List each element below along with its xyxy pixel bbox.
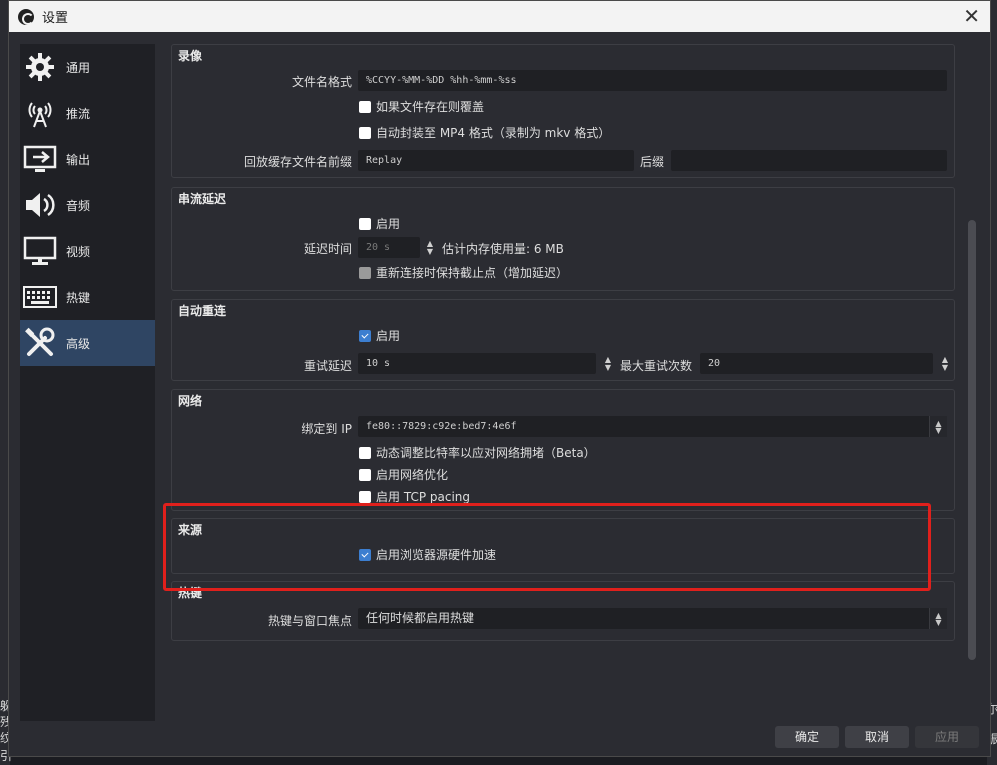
- preserve-cutoff-checkbox[interactable]: [359, 266, 371, 279]
- checkbox-label: 启用: [376, 329, 401, 343]
- gear-icon: [22, 49, 58, 85]
- field-label: 回放缓存文件名前缀: [243, 155, 352, 169]
- checkbox-label: 自动封装至 MP4 格式（录制为 mkv 格式）: [376, 126, 611, 140]
- checkbox-label: 启用 TCP pacing: [376, 490, 470, 504]
- field-label: 绑定到 IP: [301, 422, 352, 436]
- group-title: 自动重连: [178, 304, 227, 318]
- sidebar-item-hotkeys[interactable]: 热键: [20, 274, 155, 320]
- browser-hw-accel-row[interactable]: 启用浏览器源硬件加速: [359, 546, 496, 563]
- field-label: 重试延迟: [303, 359, 352, 373]
- dynamic-bitrate-row[interactable]: 动态调整比特率以应对网络拥堵（Beta）: [359, 444, 596, 461]
- output-icon: [22, 141, 58, 177]
- tcp-pacing-row[interactable]: 启用 TCP pacing: [359, 488, 470, 505]
- title-bar: 设置 ✕: [9, 1, 990, 32]
- sidebar-item-stream[interactable]: 推流: [20, 90, 155, 136]
- memory-estimate-text: 估计内存使用量: 6 MB: [442, 242, 564, 256]
- checkbox-label: 启用: [376, 217, 401, 231]
- group-title: 网络: [178, 394, 203, 408]
- bind-ip-select[interactable]: fe80::7829:c92e:bed7:4e6f: [358, 416, 947, 437]
- auto-reconnect-group: 自动重连 启用 重试延迟 10 s ▲ ▼ 最大重试次数 20 ▲ ▼: [171, 299, 955, 381]
- sidebar-item-label: 热键: [66, 290, 91, 305]
- auto-reconnect-enable-row[interactable]: 启用: [359, 327, 400, 344]
- sidebar-item-label: 音频: [66, 198, 91, 213]
- stream-delay-enable-checkbox[interactable]: [359, 217, 371, 230]
- settings-dialog: 设置 ✕ 通用 推流 输出 音频 视频 热键 高级 录像 文件名格式 %CCYY…: [8, 0, 991, 757]
- sidebar-item-label: 推流: [66, 106, 91, 121]
- sidebar-item-general[interactable]: 通用: [20, 44, 155, 90]
- stream-delay-group: 串流延迟 启用 延迟时间 20 s ▲ ▼ 估计内存使用量: 6 MB 重新连接时…: [171, 187, 955, 291]
- dynamic-bitrate-checkbox[interactable]: [359, 446, 371, 459]
- speaker-icon: [22, 187, 58, 223]
- scrollbar-thumb[interactable]: [968, 220, 976, 660]
- sources-group: 来源 启用浏览器源硬件加速: [171, 518, 955, 574]
- overwrite-checkbox-row[interactable]: 如果文件存在则覆盖: [359, 98, 484, 115]
- field-label: 最大重试次数: [620, 359, 693, 373]
- vertical-scrollbar[interactable]: [965, 44, 979, 664]
- antenna-icon: [22, 95, 58, 131]
- auto-reconnect-enable-checkbox[interactable]: [359, 329, 371, 342]
- monitor-icon: [22, 233, 58, 269]
- group-title: 录像: [178, 49, 203, 63]
- group-title: 串流延迟: [178, 192, 227, 206]
- sidebar-item-label: 输出: [66, 152, 91, 167]
- ok-button[interactable]: 确定: [775, 726, 839, 748]
- hotkey-focus-select[interactable]: 任何时候都启用热键: [358, 608, 947, 629]
- field-label: 热键与窗口焦点: [267, 614, 352, 628]
- sidebar-item-output[interactable]: 输出: [20, 136, 155, 182]
- obs-logo-icon: [18, 8, 34, 25]
- sidebar-item-audio[interactable]: 音频: [20, 182, 155, 228]
- settings-content: 录像 文件名格式 %CCYY-%MM-%DD %hh-%mm-%ss 如果文件存…: [171, 44, 955, 644]
- checkbox-label: 启用浏览器源硬件加速: [376, 548, 497, 562]
- network-optimization-row[interactable]: 启用网络优化: [359, 466, 448, 483]
- sidebar-item-video[interactable]: 视频: [20, 228, 155, 274]
- retry-delay-input[interactable]: 10 s: [358, 353, 596, 374]
- browser-hw-accel-checkbox[interactable]: [359, 548, 371, 561]
- max-retries-input[interactable]: 20: [700, 353, 933, 374]
- select-arrows-icon[interactable]: ▲ ▼: [929, 416, 947, 437]
- replay-suffix-input[interactable]: [671, 150, 947, 171]
- checkbox-label: 重新连接时保持截止点（增加延迟）: [376, 266, 569, 280]
- tcp-pacing-checkbox[interactable]: [359, 490, 371, 503]
- hotkeys-group: 热键 热键与窗口焦点 任何时候都启用热键 ▲ ▼: [171, 581, 955, 641]
- remux-checkbox[interactable]: [359, 126, 371, 139]
- field-label: 延迟时间: [303, 242, 352, 256]
- delay-time-input[interactable]: 20 s: [358, 237, 420, 258]
- stream-delay-enable-row[interactable]: 启用: [359, 215, 400, 232]
- sidebar-item-label: 视频: [66, 244, 91, 259]
- group-title: 来源: [178, 523, 203, 537]
- recording-group: 录像 文件名格式 %CCYY-%MM-%DD %hh-%mm-%ss 如果文件存…: [171, 44, 955, 178]
- sidebar-item-label: 通用: [66, 60, 91, 75]
- select-arrows-icon[interactable]: ▲ ▼: [929, 608, 947, 629]
- overwrite-checkbox[interactable]: [359, 100, 371, 113]
- keyboard-icon: [22, 279, 58, 315]
- retry-delay-spinner-arrows-icon[interactable]: ▲ ▼: [601, 353, 615, 374]
- checkbox-label: 启用网络优化: [376, 468, 449, 482]
- network-group: 网络 绑定到 IP fe80::7829:c92e:bed7:4e6f ▲ ▼ 动…: [171, 389, 955, 511]
- window-title: 设置: [42, 11, 69, 26]
- cancel-button[interactable]: 取消: [845, 726, 909, 748]
- apply-button[interactable]: 应用: [915, 726, 979, 748]
- close-button[interactable]: ✕: [963, 5, 980, 27]
- checkbox-label: 如果文件存在则覆盖: [376, 100, 485, 114]
- checkbox-label: 动态调整比特率以应对网络拥堵（Beta）: [376, 446, 596, 460]
- tools-icon: [22, 325, 58, 361]
- network-optimization-checkbox[interactable]: [359, 468, 371, 481]
- settings-sidebar: 通用 推流 输出 音频 视频 热键 高级: [20, 44, 155, 721]
- sidebar-item-label: 高级: [66, 336, 91, 351]
- delay-spinner-arrows-icon[interactable]: ▲ ▼: [423, 237, 437, 258]
- remux-checkbox-row[interactable]: 自动封装至 MP4 格式（录制为 mkv 格式）: [359, 124, 610, 141]
- max-retries-spinner-arrows-icon[interactable]: ▲ ▼: [938, 353, 952, 374]
- filename-format-input[interactable]: %CCYY-%MM-%DD %hh-%mm-%ss: [358, 70, 947, 91]
- group-title: 热键: [178, 586, 203, 600]
- sidebar-item-advanced[interactable]: 高级: [20, 320, 155, 366]
- field-label: 文件名格式: [291, 75, 352, 89]
- field-label: 后缀: [640, 155, 665, 169]
- replay-prefix-input[interactable]: Replay: [358, 150, 634, 171]
- preserve-cutoff-row[interactable]: 重新连接时保持截止点（增加延迟）: [359, 264, 568, 281]
